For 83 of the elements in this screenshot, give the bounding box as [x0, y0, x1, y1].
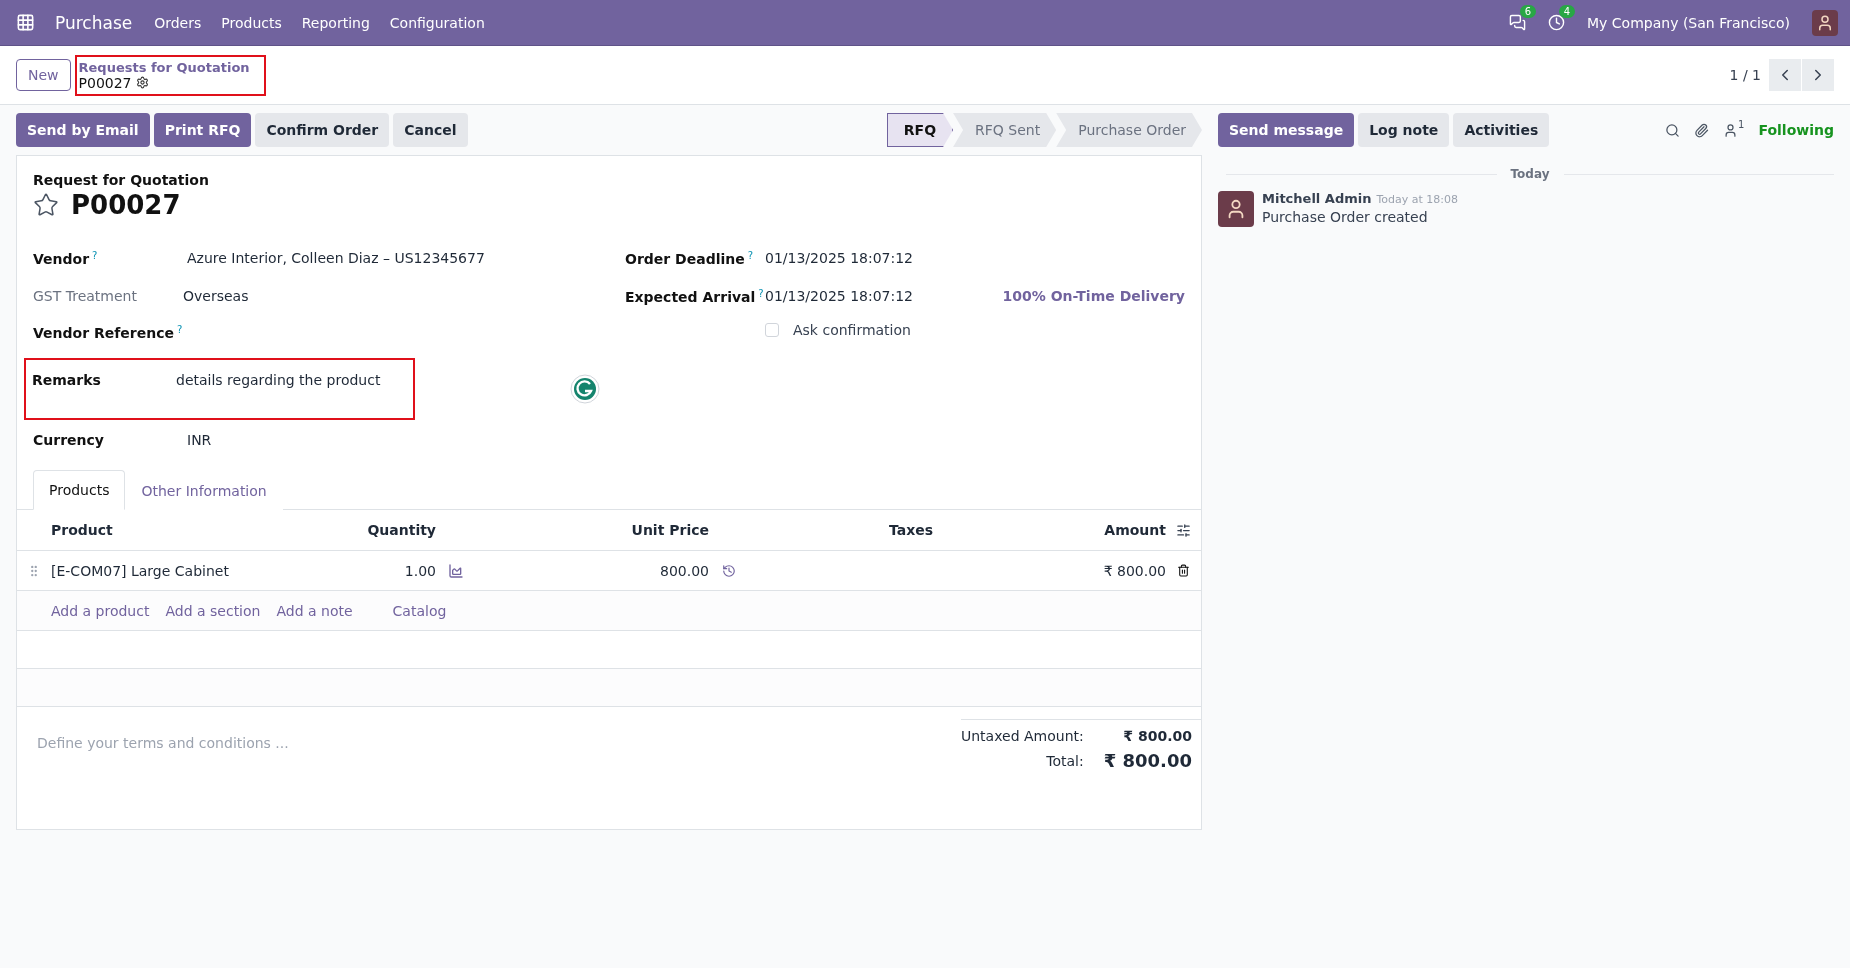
- total-value: ₹ 800.00: [1103, 750, 1192, 771]
- field-label: Remarks: [32, 372, 101, 388]
- record-name: P00027: [71, 190, 181, 220]
- message-author: Mitchell Admin: [1262, 191, 1372, 206]
- column-header[interactable]: Unit Price: [476, 522, 709, 538]
- apps-menu-icon[interactable]: [16, 13, 35, 32]
- message-time: Today at 18:08: [1376, 193, 1458, 206]
- author-avatar: [1218, 191, 1254, 227]
- field-label: Expected Arrival: [625, 289, 756, 306]
- field-value[interactable]: 01/13/2025 18:07:12: [765, 288, 1003, 304]
- on-time-link[interactable]: 100% On-Time Delivery: [1002, 288, 1185, 304]
- gear-icon[interactable]: [135, 76, 149, 89]
- field-label: Order Deadline: [625, 251, 745, 268]
- pager-value: 1 / 1: [1729, 67, 1761, 83]
- help-mark[interactable]: ?: [92, 250, 98, 261]
- history-icon[interactable]: [722, 563, 736, 578]
- message-body: Purchase Order created: [1262, 209, 1429, 225]
- tab[interactable]: Products: [33, 470, 126, 510]
- table-cell-text: 800.00: [659, 562, 709, 579]
- action-button[interactable]: Print RFQ: [153, 113, 252, 147]
- follower-count: 1: [1738, 118, 1745, 130]
- help-mark[interactable]: ?: [747, 250, 754, 261]
- count-badge: 4: [1558, 5, 1576, 18]
- column-header[interactable]: Amount: [986, 522, 1166, 538]
- breadcrumb-link[interactable]: Requests for Quotation: [78, 59, 250, 75]
- field-value[interactable]: Azure Interior, Colleen Diaz – US12345677: [183, 250, 625, 266]
- new-button[interactable]: New: [16, 59, 71, 91]
- menu-item[interactable]: Products: [221, 14, 282, 31]
- trash-icon[interactable]: [1177, 564, 1190, 577]
- total-label: Total:: [1045, 752, 1084, 769]
- menu-item[interactable]: Orders: [154, 14, 202, 31]
- count-badge: 6: [1519, 5, 1537, 18]
- total-label: Untaxed Amount:: [961, 728, 1084, 744]
- menu-item[interactable]: Configuration: [389, 14, 485, 31]
- status-step[interactable]: RFQ: [886, 113, 954, 147]
- checkbox-label: Ask confirmation: [793, 322, 911, 338]
- action-button[interactable]: Confirm Order: [255, 113, 390, 147]
- menu-item[interactable]: Reporting: [301, 14, 370, 31]
- messages-icon[interactable]: [1509, 14, 1527, 31]
- checkbox[interactable]: [765, 323, 779, 337]
- column-header[interactable]: Product: [51, 522, 351, 538]
- assistant-badge-icon[interactable]: [570, 374, 600, 404]
- chart-icon[interactable]: [448, 562, 464, 579]
- status-step[interactable]: RFQ Sent: [953, 113, 1057, 147]
- paperclip-icon[interactable]: [1694, 122, 1710, 138]
- help-mark[interactable]: ?: [758, 288, 764, 299]
- field-label: Currency: [33, 432, 104, 448]
- field-label: Vendor Reference: [33, 325, 174, 342]
- add-line-link[interactable]: Add a section: [165, 602, 261, 619]
- followers-icon[interactable]: [1723, 122, 1739, 138]
- star-icon[interactable]: [33, 192, 59, 218]
- table-cell-text: [E-COM07] Large Cabinet: [51, 562, 230, 579]
- total-value: ₹ 800.00: [1122, 728, 1192, 744]
- add-line-link[interactable]: Add a note: [276, 602, 353, 619]
- status-step[interactable]: Purchase Order: [1056, 113, 1202, 147]
- action-button[interactable]: Cancel: [393, 113, 468, 147]
- field-value[interactable]: INR: [183, 432, 625, 448]
- column-header[interactable]: Taxes: [749, 522, 986, 538]
- chatter-button[interactable]: Activities: [1453, 113, 1550, 147]
- user-avatar[interactable]: [1812, 9, 1838, 36]
- following-button[interactable]: Following: [1758, 122, 1834, 138]
- add-line-link[interactable]: Catalog: [392, 602, 447, 619]
- breadcrumb-current: P00027: [78, 74, 132, 91]
- add-line-link[interactable]: Add a product: [51, 602, 150, 619]
- chatter-button[interactable]: Log note: [1358, 113, 1450, 147]
- help-mark[interactable]: ?: [177, 324, 183, 335]
- field-label: GST Treatment: [33, 288, 137, 304]
- date-separator: Today: [1510, 167, 1550, 181]
- sliders-icon[interactable]: [1176, 522, 1191, 538]
- column-header[interactable]: Quantity: [351, 522, 436, 538]
- form-caption: Request for Quotation: [33, 172, 210, 188]
- field-value[interactable]: 01/13/2025 18:07:12: [765, 250, 1185, 266]
- field-value[interactable]: Overseas: [183, 288, 625, 304]
- table-cell-text: 1.00: [403, 562, 436, 579]
- clock-icon[interactable]: [1548, 14, 1566, 31]
- app-name[interactable]: Purchase: [55, 12, 133, 33]
- field-value[interactable]: details regarding the product: [172, 372, 405, 388]
- company-switcher[interactable]: My Company (San Francisco): [1587, 14, 1790, 31]
- action-button[interactable]: Send by Email: [16, 113, 150, 147]
- field-label: Vendor: [33, 251, 90, 268]
- search-icon[interactable]: [1665, 122, 1681, 138]
- table-cell-text: ₹ 800.00: [1102, 562, 1166, 579]
- chatter-button[interactable]: Send message: [1218, 113, 1355, 147]
